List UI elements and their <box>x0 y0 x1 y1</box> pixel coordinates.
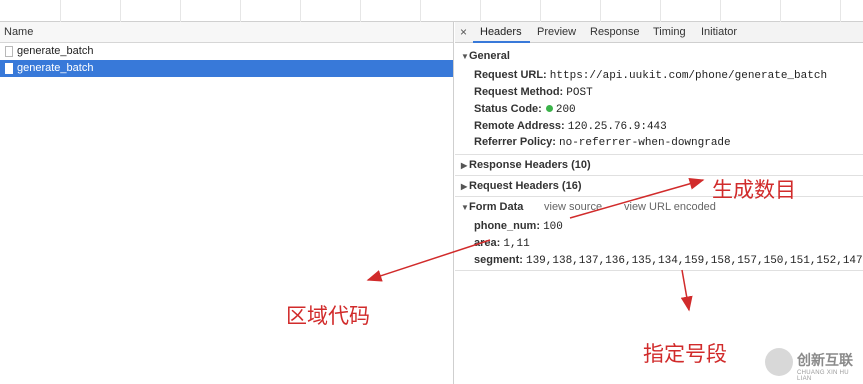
status-code-value: 200 <box>555 104 576 116</box>
remote-address-label: Remote Address: <box>474 120 565 132</box>
watermark-subtitle: CHUANG XIN HU LIAN <box>797 370 849 382</box>
timeline-gridline <box>600 0 601 22</box>
caret-down-icon: ▼ <box>461 203 469 212</box>
response-headers-title: Response Headers (10) <box>469 159 591 171</box>
timeline-gridline <box>240 0 241 22</box>
phone-num-value: 100 <box>543 221 563 233</box>
annotation-count: 生成数目 <box>712 178 796 202</box>
timeline-gridline <box>420 0 421 22</box>
area-row: area: 1,11 <box>474 237 530 250</box>
segment-label: segment: <box>474 254 523 266</box>
tab-initiator[interactable]: Initiator <box>701 26 737 38</box>
referrer-policy-value: no-referrer-when-downgrade <box>559 137 731 149</box>
request-method-value: POST <box>566 87 593 99</box>
document-icon <box>5 63 13 74</box>
timeline-gridline <box>720 0 721 22</box>
close-icon[interactable]: × <box>460 25 467 39</box>
caret-down-icon: ▼ <box>461 52 469 61</box>
timeline-gridline <box>480 0 481 22</box>
section-divider <box>455 154 863 155</box>
name-column-label: Name <box>4 26 34 38</box>
status-ok-icon <box>545 105 553 112</box>
annotation-area-code: 区域代码 <box>286 304 370 328</box>
timeline-gridline <box>780 0 781 22</box>
request-headers-title: Request Headers (16) <box>469 180 582 192</box>
referrer-policy-row: Referrer Policy: no-referrer-when-downgr… <box>474 136 731 149</box>
section-divider <box>455 196 863 197</box>
timeline-gridline <box>180 0 181 22</box>
request-name: generate_batch <box>17 62 94 74</box>
watermark-name: 创新互联 <box>797 353 853 369</box>
watermark-logo-icon <box>765 348 793 376</box>
remote-address-value: 120.25.76.9:443 <box>567 121 667 133</box>
tab-timing[interactable]: Timing <box>653 26 686 38</box>
form-data-title: Form Data <box>469 201 524 213</box>
area-label: area: <box>474 237 501 249</box>
status-code-row: Status Code: 200 <box>474 103 576 116</box>
document-icon <box>5 46 13 57</box>
section-divider <box>455 270 863 271</box>
request-row-selected[interactable]: generate_batch <box>0 60 453 77</box>
request-url-label: Request URL: <box>474 69 547 81</box>
view-source-link[interactable]: view source <box>544 201 602 213</box>
general-section-header[interactable]: ▼General <box>461 50 510 62</box>
phone-num-row: phone_num: 100 <box>474 220 563 233</box>
active-tab-indicator <box>473 41 530 43</box>
referrer-policy-label: Referrer Policy: <box>474 136 556 148</box>
request-list-panel: Name generate_batch generate_batch <box>0 22 454 384</box>
request-url-row: Request URL: https://api.uukit.com/phone… <box>474 69 827 82</box>
request-method-row: Request Method: POST <box>474 86 593 99</box>
annotation-segment: 指定号段 <box>643 342 727 366</box>
segment-value: 139,138,137,136,135,134,159,158,157,150,… <box>525 255 863 267</box>
segment-row: segment: 139,138,137,136,135,134,159,158… <box>474 254 863 267</box>
request-detail-panel: × Headers Preview Response Timing Initia… <box>455 22 863 384</box>
tab-preview[interactable]: Preview <box>537 26 576 38</box>
request-row[interactable]: generate_batch <box>0 43 453 60</box>
area-value: 1,11 <box>503 238 530 250</box>
caret-right-icon: ▶ <box>461 161 468 170</box>
section-divider <box>455 175 863 176</box>
response-headers-section[interactable]: ▶ Response Headers (10) <box>461 159 591 171</box>
form-data-section-header[interactable]: ▼Form Data <box>461 201 523 213</box>
request-name: generate_batch <box>17 45 94 57</box>
tab-response[interactable]: Response <box>590 26 640 38</box>
phone-num-label: phone_num: <box>474 220 540 232</box>
timeline-gridline <box>840 0 841 22</box>
timeline-gridline <box>120 0 121 22</box>
network-timeline[interactable] <box>0 0 863 22</box>
view-url-encoded-link[interactable]: view URL encoded <box>624 201 716 213</box>
remote-address-row: Remote Address: 120.25.76.9:443 <box>474 120 667 133</box>
tab-headers[interactable]: Headers <box>480 26 522 38</box>
status-code-label: Status Code: <box>474 103 542 115</box>
request-url-value: https://api.uukit.com/phone/generate_bat… <box>549 70 828 82</box>
timeline-gridline <box>60 0 61 22</box>
timeline-gridline <box>540 0 541 22</box>
request-headers-section[interactable]: ▶ Request Headers (16) <box>461 180 582 192</box>
timeline-gridline <box>360 0 361 22</box>
timeline-gridline <box>300 0 301 22</box>
name-column-header[interactable]: Name <box>0 22 453 43</box>
caret-right-icon: ▶ <box>461 182 468 191</box>
timeline-gridline <box>660 0 661 22</box>
general-title: General <box>469 50 510 62</box>
detail-tab-bar: × Headers Preview Response Timing Initia… <box>455 22 863 43</box>
watermark: 创新互联 CHUANG XIN HU LIAN <box>765 344 863 384</box>
request-method-label: Request Method: <box>474 86 564 98</box>
